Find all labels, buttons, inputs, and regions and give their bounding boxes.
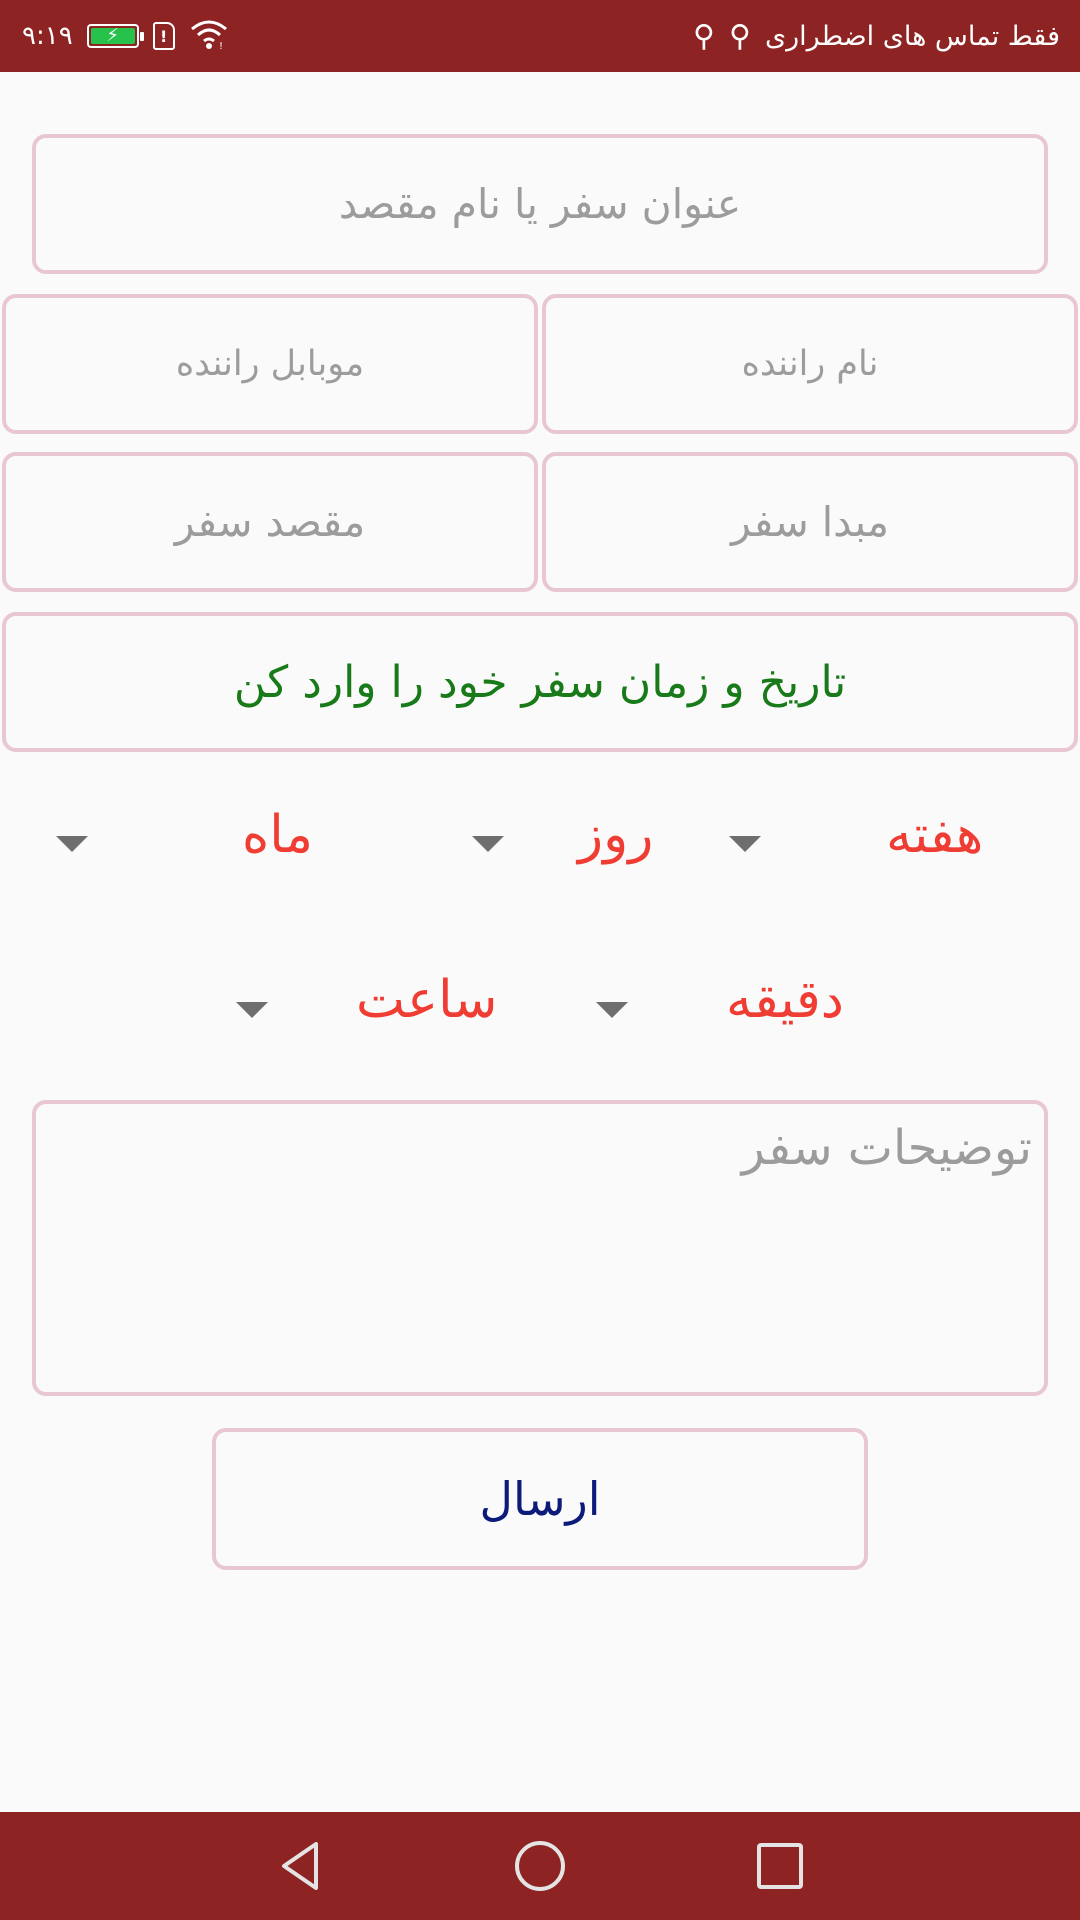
driver-name-input[interactable]: نام راننده — [542, 294, 1078, 434]
week-dropdown-icon — [729, 836, 761, 852]
hour-dropdown-icon — [236, 1002, 268, 1018]
day-dropdown-icon — [472, 836, 504, 852]
date-time-button[interactable]: تاریخ و زمان سفر خود را وارد کن — [2, 612, 1078, 752]
trip-title-input[interactable]: عنوان سفر یا نام مقصد — [32, 134, 1048, 274]
back-triangle-icon — [282, 1842, 318, 1890]
usb-icon: ⚲ — [729, 18, 751, 54]
driver-mobile-placeholder: موبابل راننده — [175, 344, 365, 384]
trip-origin-placeholder: مبدا سفر — [731, 498, 889, 546]
usb-debug-icon: ⚲ — [693, 18, 716, 54]
driver-name-placeholder: نام راننده — [741, 344, 879, 384]
back-nav-button[interactable] — [260, 1812, 340, 1920]
month-spinner-label: ماه — [242, 805, 313, 865]
sim-alert-icon: ! — [152, 22, 175, 50]
trip-destination-input[interactable]: مقصد سفر — [2, 452, 538, 592]
date-time-prompt: تاریخ و زمان سفر خود را وارد کن — [233, 656, 847, 708]
day-spinner-label: روز — [578, 805, 654, 865]
minute-spinner-label: دقیقه — [726, 970, 844, 1030]
trip-origin-input[interactable]: مبدا سفر — [542, 452, 1078, 592]
hour-spinner-label: ساعت — [356, 970, 498, 1030]
wifi-icon: ! — [189, 17, 229, 55]
carrier-text: فقط تماس های اضطراری — [765, 20, 1060, 52]
month-dropdown-icon — [56, 836, 88, 852]
trip-notes-placeholder: توضیحات سفر — [741, 1120, 1032, 1176]
status-bar: ۹:۱۹ ⚡ ! ! فقط تماس های اضطراری ⚲ ⚲ — [0, 0, 1080, 72]
send-button-label: ارسال — [479, 1472, 601, 1526]
battery-icon: ⚡ — [86, 24, 144, 48]
trip-title-placeholder: عنوان سفر یا نام مقصد — [338, 180, 742, 228]
navigation-bar — [0, 1812, 1080, 1920]
send-button[interactable]: ارسال — [212, 1428, 868, 1570]
status-time: ۹:۱۹ — [22, 21, 73, 51]
recents-nav-button[interactable] — [740, 1812, 820, 1920]
trip-notes-textarea[interactable]: توضیحات سفر — [32, 1100, 1048, 1396]
minute-dropdown-icon — [596, 1002, 628, 1018]
svg-text:!: ! — [219, 41, 223, 51]
driver-mobile-input[interactable]: موبابل راننده — [2, 294, 538, 434]
trip-destination-placeholder: مقصد سفر — [174, 498, 366, 546]
recents-square-icon — [757, 1843, 803, 1889]
home-circle-icon — [515, 1841, 565, 1891]
week-spinner-label: هفته — [886, 805, 984, 865]
home-nav-button[interactable] — [500, 1812, 580, 1920]
